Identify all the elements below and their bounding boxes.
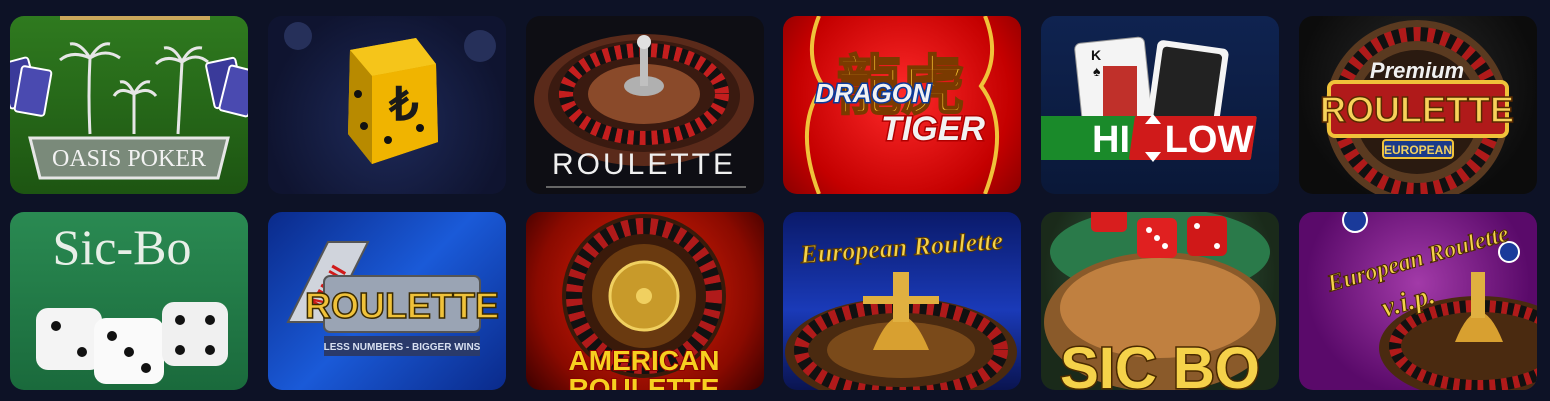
- game-title-roulette: ROULETTE: [1320, 89, 1514, 130]
- game-tile-mini-roulette[interactable]: MINI ROULETTE LESS NUMBERS - BIGGER WINS: [267, 212, 506, 390]
- roulette-wheel-icon: [533, 34, 754, 166]
- svg-text:♠: ♠: [1093, 63, 1101, 79]
- roulette-artwork: ROULETTE: [533, 34, 754, 188]
- premium-roulette-artwork: Premium ROULETTE EUROPEAN: [1319, 20, 1515, 194]
- game-title-tiger: TIGER: [881, 110, 985, 148]
- game-title-dragon: DRAGON: [816, 78, 933, 108]
- games-grid: OASIS POKER ₺ ROULETTE 龍虎 DRAGON TIGER K…: [10, 16, 1537, 390]
- lira-symbol: ₺: [388, 78, 418, 130]
- white-dice-icon: [36, 302, 228, 384]
- european-roulette-artwork: European Roulette: [785, 225, 1018, 390]
- game-tile-premium-roulette[interactable]: Premium ROULETTE EUROPEAN: [1298, 16, 1537, 194]
- game-title: ROULETTE: [552, 148, 736, 181]
- game-title-low: LOW: [1165, 119, 1254, 161]
- game-tile-dragon-tiger[interactable]: 龍虎 DRAGON TIGER: [783, 16, 1022, 194]
- playing-cards-right-icon: [205, 56, 248, 118]
- sic-bo-gold-artwork: SIC BO: [1044, 212, 1277, 390]
- game-tile-european-roulette[interactable]: European Roulette: [783, 212, 1022, 390]
- game-tile-oasis-poker[interactable]: OASIS POKER: [10, 16, 248, 194]
- game-title-roulette: ROULETTE: [305, 285, 499, 326]
- game-tile-sic-bo-gold[interactable]: SIC BO: [1041, 212, 1280, 390]
- hi-low-artwork: K ♠ HI LOW: [1041, 36, 1257, 162]
- game-title: European Roulette: [799, 226, 1005, 269]
- game-tile-sic-bo[interactable]: Sic-Bo: [10, 212, 248, 390]
- game-title-hi: HI: [1092, 119, 1130, 161]
- game-title: OASIS POKER: [52, 146, 206, 172]
- dragon-tiger-artwork: 龍虎 DRAGON TIGER: [805, 16, 1000, 194]
- oasis-poker-artwork: OASIS POKER: [10, 16, 248, 180]
- game-tile-roulette[interactable]: ROULETTE: [525, 16, 764, 194]
- game-tile-lira-dice[interactable]: ₺: [267, 16, 506, 194]
- game-title: SIC BO: [1060, 336, 1260, 390]
- european-roulette-vip-artwork: European Roulette v.i.p.: [1323, 212, 1537, 390]
- game-title-premium: Premium: [1370, 58, 1464, 83]
- playing-cards-left-icon: [10, 56, 53, 117]
- mini-roulette-artwork: MINI ROULETTE LESS NUMBERS - BIGGER WINS: [286, 241, 500, 356]
- game-title-roulette: ROULETTE: [568, 373, 719, 390]
- game-tile-hi-low[interactable]: K ♠ HI LOW: [1041, 16, 1280, 194]
- game-subtitle: EUROPEAN: [1384, 143, 1452, 157]
- game-tile-american-roulette[interactable]: AMERICAN ROULETTE: [525, 212, 764, 390]
- lira-dice-artwork: ₺: [283, 22, 496, 164]
- card-rank: K: [1091, 47, 1101, 63]
- american-roulette-artwork: AMERICAN ROULETTE: [561, 214, 726, 390]
- sic-bo-artwork: Sic-Bo: [36, 219, 228, 384]
- game-tagline: LESS NUMBERS - BIGGER WINS: [323, 342, 480, 353]
- game-tile-european-roulette-vip[interactable]: European Roulette v.i.p.: [1298, 212, 1537, 390]
- game-title: Sic-Bo: [53, 219, 192, 275]
- roulette-wheel-icon: [785, 272, 1018, 390]
- palm-trees-icon: [59, 42, 209, 135]
- game-title-american: AMERICAN: [568, 345, 719, 376]
